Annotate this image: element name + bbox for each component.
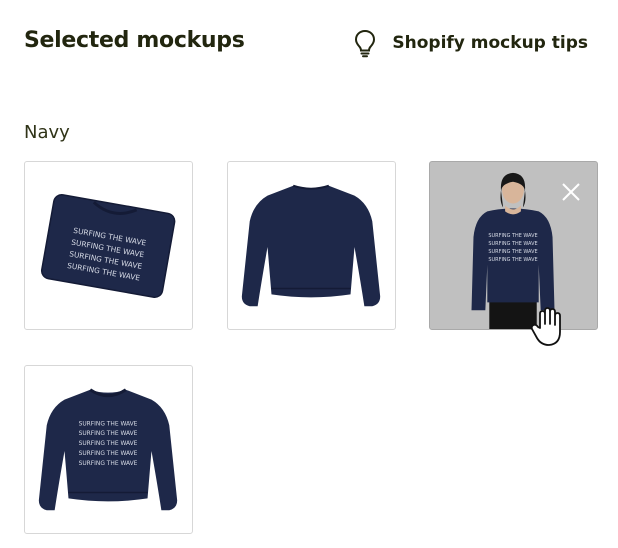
- print-text: SURFING THE WAVE: [488, 249, 537, 255]
- color-group-label: Navy: [24, 122, 70, 143]
- print-text: SURFING THE WAVE: [488, 257, 537, 263]
- hand-pointer-icon: [530, 307, 561, 346]
- mockup-tile-model[interactable]: SURFING THE WAVE SURFING THE WAVE SURFIN…: [429, 161, 598, 330]
- lightbulb-icon: [355, 29, 376, 58]
- mockup-tips-label: Shopify mockup tips: [392, 33, 588, 53]
- print-text: SURFING THE WAVE: [79, 441, 138, 447]
- print-text: SURFING THE WAVE: [79, 431, 138, 437]
- mockup-image-back: [241, 184, 381, 307]
- mockup-image-folded: SURFING THE WAVE SURFING THE WAVE SURFIN…: [40, 194, 176, 298]
- mockup-tile-folded[interactable]: SURFING THE WAVE SURFING THE WAVE SURFIN…: [24, 161, 193, 330]
- mockup-tile-front[interactable]: SURFING THE WAVE SURFING THE WAVE SURFIN…: [24, 365, 193, 534]
- header: Selected mockups Shopify mockup tips: [24, 28, 594, 60]
- mockup-tile-back[interactable]: [227, 161, 396, 330]
- mockup-image-front: SURFING THE WAVE SURFING THE WAVE SURFIN…: [38, 388, 178, 511]
- page-title: Selected mockups: [24, 28, 245, 53]
- print-text: SURFING THE WAVE: [79, 421, 138, 427]
- print-text: SURFING THE WAVE: [79, 451, 138, 457]
- mockup-tips-link[interactable]: Shopify mockup tips: [352, 28, 588, 58]
- print-text: SURFING THE WAVE: [79, 461, 138, 467]
- print-text: SURFING THE WAVE: [488, 241, 537, 247]
- print-text: SURFING THE WAVE: [488, 233, 537, 239]
- close-icon[interactable]: [559, 180, 583, 204]
